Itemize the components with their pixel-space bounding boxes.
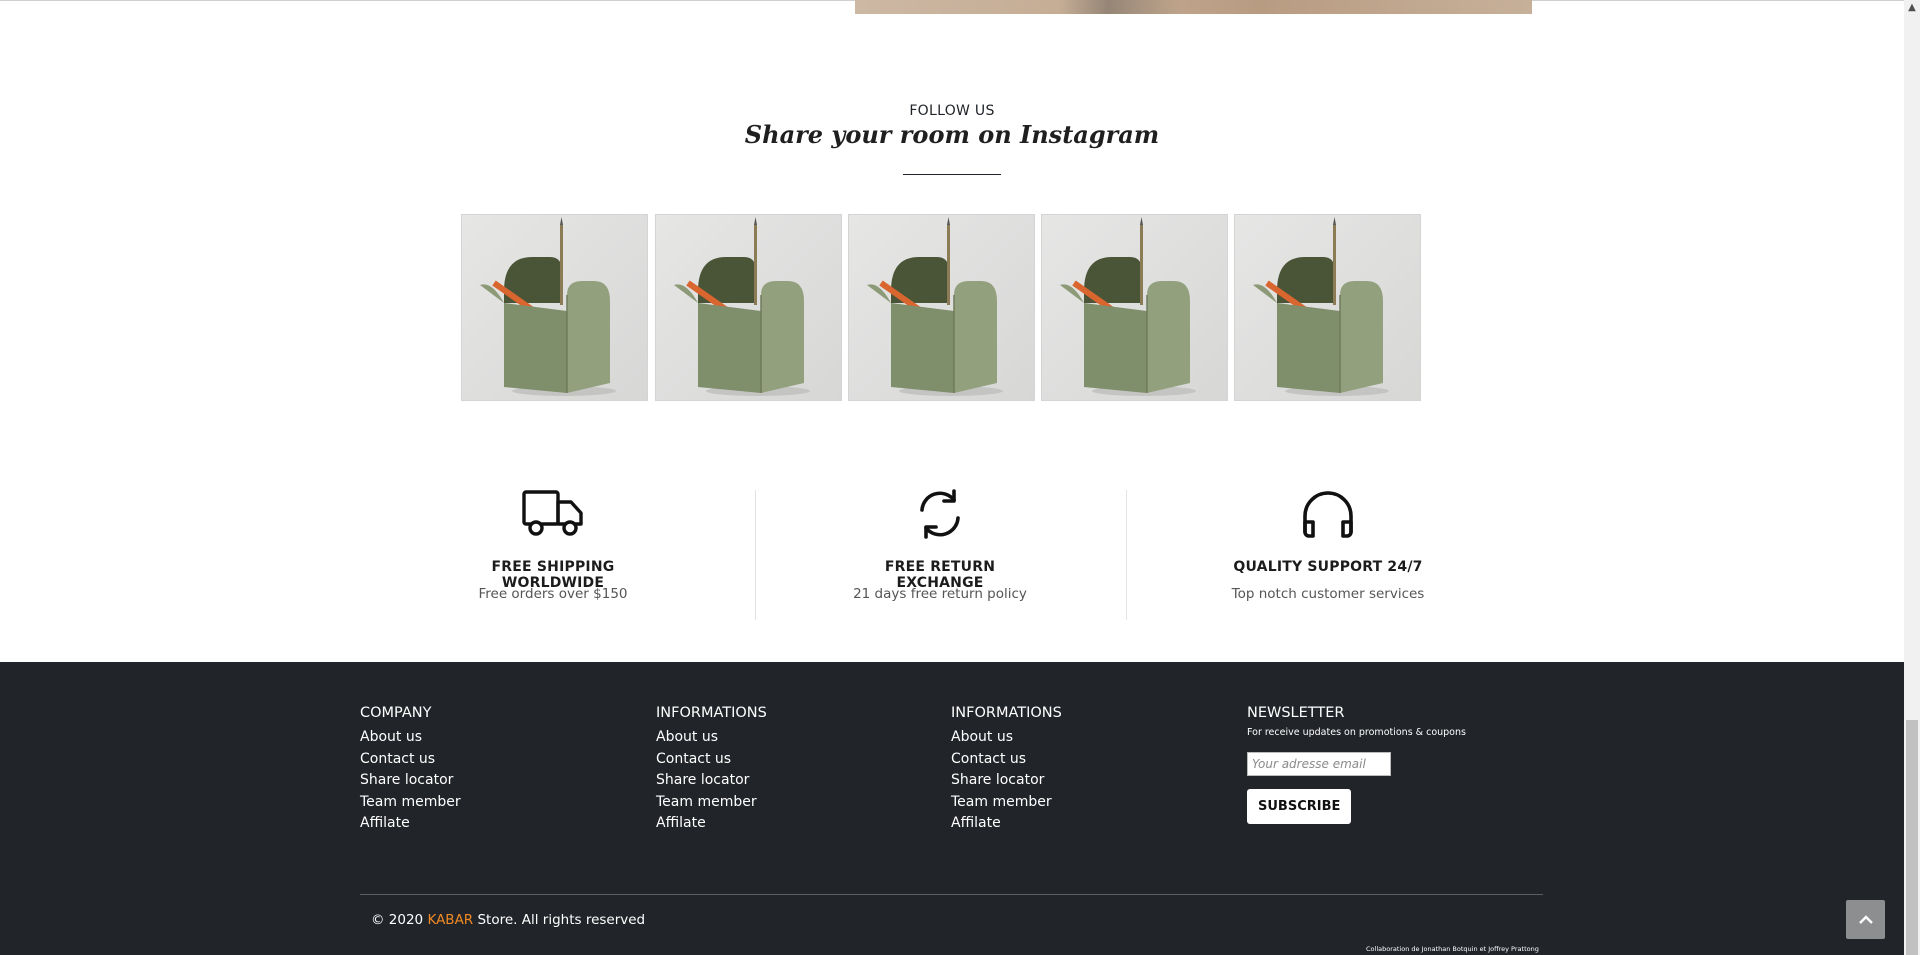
title-divider — [903, 174, 1001, 175]
footer-link[interactable]: Contact us — [360, 749, 461, 771]
newsletter-heading: NEWSLETTER — [1247, 705, 1345, 721]
site-footer: COMPANY About us Contact us Share locato… — [0, 662, 1904, 955]
instagram-section-title: Share your room on Instagram — [744, 120, 1160, 149]
footer-link[interactable]: Share locator — [656, 770, 767, 792]
footer-link[interactable]: Affilate — [951, 813, 1062, 835]
footer-link[interactable]: Team member — [360, 792, 461, 814]
instagram-photo[interactable] — [1234, 214, 1421, 401]
footer-link[interactable]: Contact us — [656, 749, 767, 771]
scroll-up-arrow-icon[interactable]: ▲ — [1904, 0, 1920, 16]
page-scrollbar[interactable]: ▲ — [1904, 0, 1920, 955]
footer-column-heading: COMPANY — [360, 705, 432, 721]
footer-column-informations-2: INFORMATIONS About us Contact us Share l… — [951, 705, 1062, 835]
feature-free-return: FREE RETURN EXCHANGE 21 days free return… — [840, 488, 1040, 620]
footer-column-company: COMPANY About us Contact us Share locato… — [360, 705, 461, 835]
headphones-icon — [1303, 491, 1353, 538]
footer-newsletter: NEWSLETTER For receive updates on promot… — [1247, 705, 1466, 824]
footer-divider — [360, 894, 1543, 895]
brand-link[interactable]: KABAR — [427, 912, 473, 928]
newsletter-email-input[interactable] — [1247, 752, 1391, 776]
chevron-up-icon — [1858, 914, 1873, 924]
footer-link[interactable]: Team member — [656, 792, 767, 814]
footer-link[interactable]: Share locator — [951, 770, 1062, 792]
feature-subtitle: Top notch customer services — [1231, 586, 1425, 602]
footer-column-informations: INFORMATIONS About us Contact us Share l… — [656, 705, 767, 835]
feature-title: QUALITY SUPPORT 24/7 — [1233, 559, 1423, 575]
instagram-photo[interactable] — [655, 214, 842, 401]
pencil-holder-photo — [1235, 215, 1420, 400]
feature-divider — [755, 490, 756, 620]
feature-divider — [1126, 490, 1127, 620]
instagram-photo[interactable] — [1041, 214, 1228, 401]
instagram-photo[interactable] — [461, 214, 648, 401]
feature-free-shipping: FREE SHIPPING WORLDWIDE Free orders over… — [448, 488, 658, 620]
footer-column-heading: INFORMATIONS — [951, 705, 1062, 721]
footer-link[interactable]: Share locator — [360, 770, 461, 792]
pencil-holder-photo — [849, 215, 1034, 400]
footer-link[interactable]: Contact us — [951, 749, 1062, 771]
copyright-text: © 2020 KABAR Store. All rights reserved — [371, 912, 646, 928]
footer-link[interactable]: About us — [656, 727, 767, 749]
hero-image-shadow — [1060, 0, 1180, 14]
pencil-holder-photo — [1042, 215, 1227, 400]
pencil-holder-photo — [656, 215, 841, 400]
newsletter-description: For receive updates on promotions & coup… — [1247, 727, 1466, 738]
footer-link[interactable]: Affilate — [656, 813, 767, 835]
refresh-icon — [920, 489, 960, 539]
feature-subtitle: Free orders over $150 — [478, 586, 628, 602]
feature-subtitle: 21 days free return policy — [853, 586, 1027, 602]
footer-link[interactable]: About us — [360, 727, 461, 749]
hero-image-bottom-edge — [855, 0, 1532, 14]
subscribe-button[interactable]: SUBSCRIBE — [1247, 789, 1352, 824]
feature-quality-support: QUALITY SUPPORT 24/7 Top notch customer … — [1228, 488, 1428, 620]
pencil-holder-photo — [462, 215, 647, 400]
footer-column-heading: INFORMATIONS — [656, 705, 767, 721]
follow-us-kicker: FOLLOW US — [909, 103, 995, 119]
scrollbar-thumb[interactable] — [1906, 720, 1918, 955]
truck-icon — [522, 490, 583, 536]
instagram-photo[interactable] — [848, 214, 1035, 401]
back-to-top-button[interactable] — [1846, 900, 1885, 939]
footer-link[interactable]: Team member — [951, 792, 1062, 814]
credit-text: Collaboration de Jonathan Botquin et Jof… — [1366, 945, 1539, 953]
footer-link[interactable]: Affilate — [360, 813, 461, 835]
footer-link[interactable]: About us — [951, 727, 1062, 749]
